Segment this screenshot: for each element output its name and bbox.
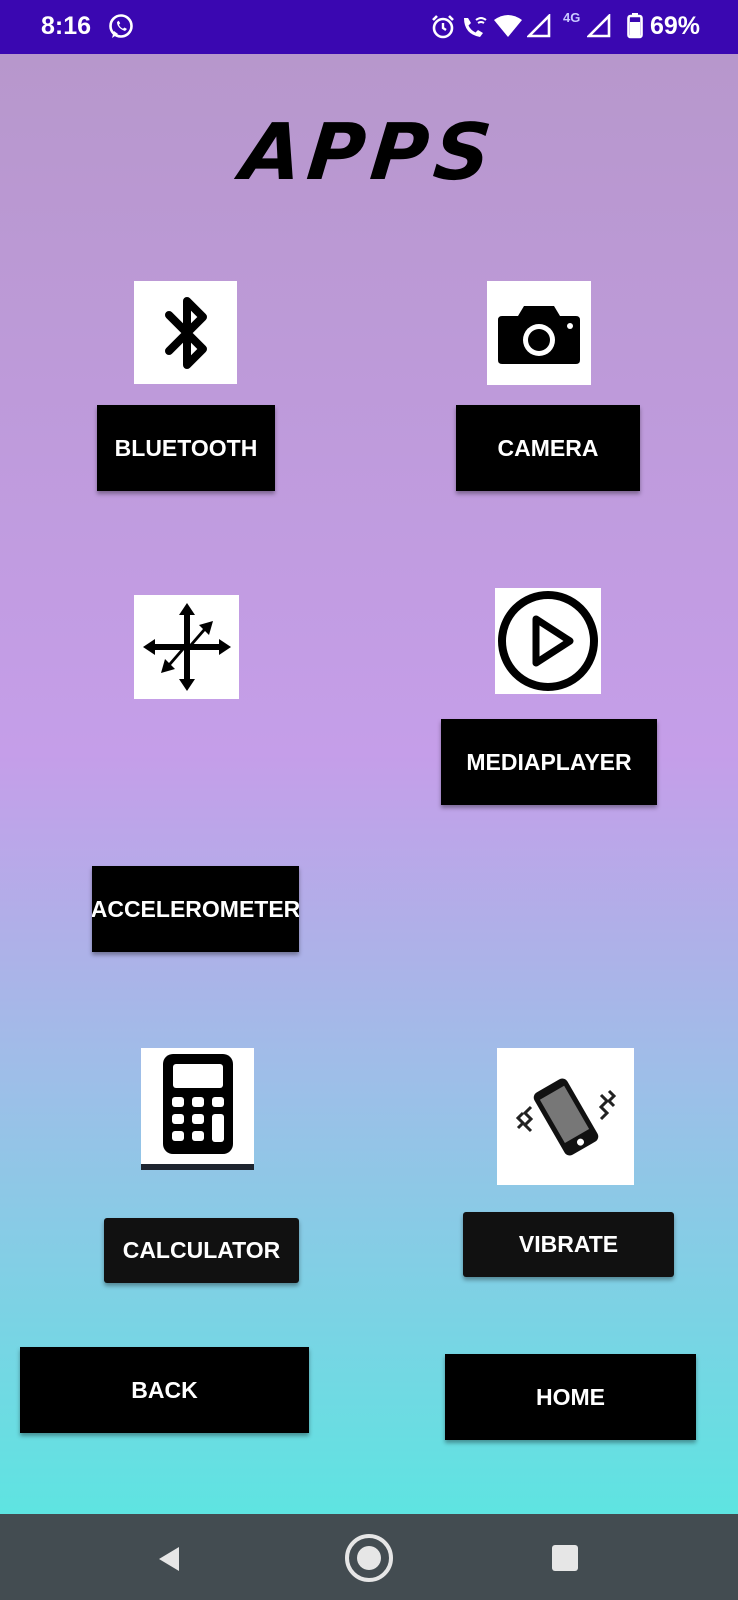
- wifi-call-icon: [461, 14, 489, 45]
- back-button[interactable]: BACK: [20, 1347, 309, 1433]
- alarm-icon: [430, 14, 456, 45]
- battery-percent: 69%: [650, 12, 701, 40]
- vibrate-button[interactable]: VIBRATE: [463, 1212, 674, 1277]
- accelerometer-button[interactable]: ACCELEROMETER: [92, 866, 299, 952]
- wifi-icon: [494, 14, 522, 43]
- camera-icon[interactable]: [487, 281, 591, 385]
- nav-back-icon[interactable]: [155, 1544, 185, 1579]
- play-circle-icon[interactable]: [495, 588, 601, 694]
- signal-icon: [525, 12, 551, 43]
- status-time: 8:16: [41, 12, 92, 40]
- move-arrows-icon[interactable]: [134, 595, 239, 699]
- whatsapp-icon: [107, 13, 135, 46]
- status-bar: 8:16 4G 69%: [0, 0, 738, 54]
- network-type: 4G: [563, 10, 581, 25]
- page-title: APPS: [236, 108, 502, 198]
- nav-home-icon[interactable]: [343, 1532, 395, 1589]
- nav-recents-icon[interactable]: [551, 1544, 579, 1577]
- vibrating-phone-icon[interactable]: [497, 1048, 634, 1185]
- mediaplayer-button[interactable]: MEDIAPLAYER: [441, 719, 657, 805]
- bluetooth-button[interactable]: BLUETOOTH: [97, 405, 275, 491]
- bluetooth-icon[interactable]: [134, 281, 237, 384]
- camera-button[interactable]: CAMERA: [456, 405, 640, 491]
- system-nav-bar: [0, 1514, 738, 1600]
- calculator-icon[interactable]: [141, 1048, 254, 1170]
- home-button[interactable]: HOME: [445, 1354, 696, 1440]
- battery-icon: [627, 13, 643, 44]
- signal-icon-2: [585, 12, 611, 43]
- calculator-icon-footer: [141, 1164, 254, 1170]
- calculator-button[interactable]: CALCULATOR: [104, 1218, 299, 1283]
